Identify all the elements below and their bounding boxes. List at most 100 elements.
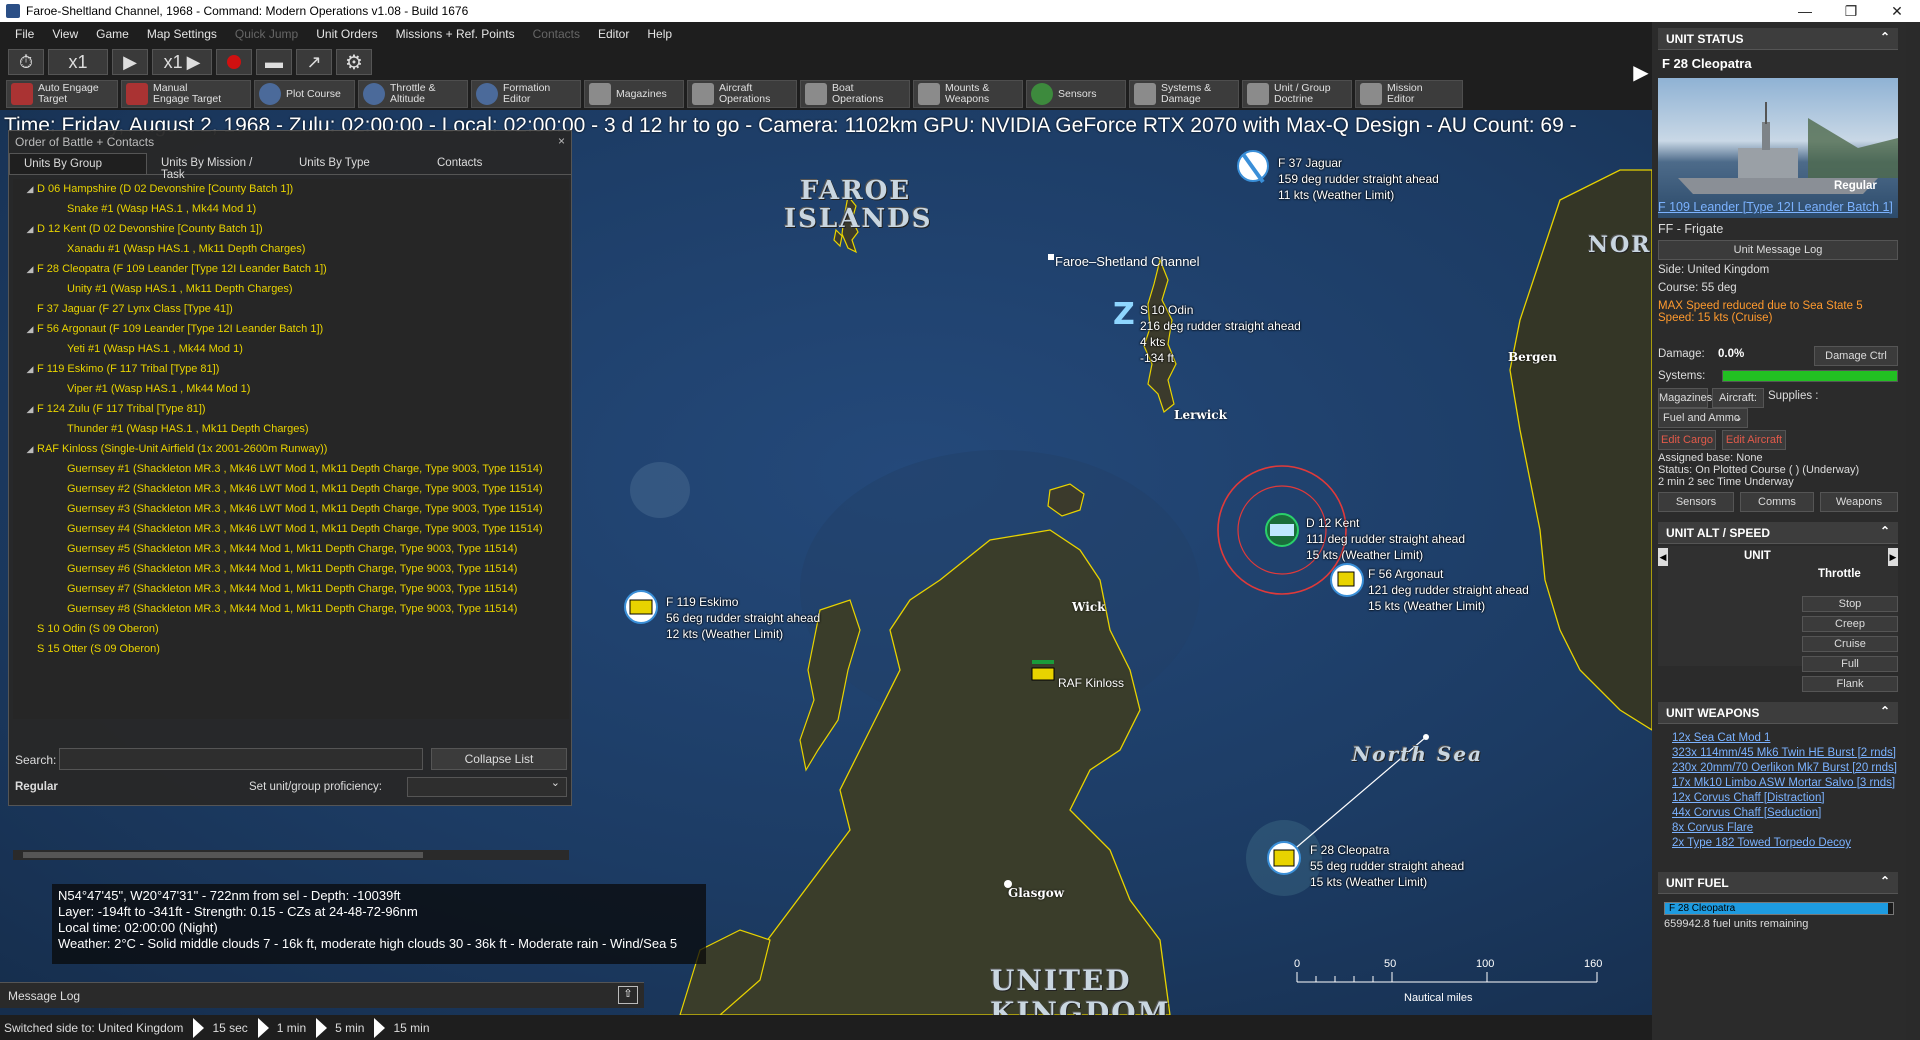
oob-horizontal-scrollbar[interactable]	[13, 850, 569, 860]
weapon-item[interactable]: 12x Sea Cat Mod 1	[1672, 732, 1902, 744]
oob-unit-row[interactable]: Thunder #1 (Wasp HAS.1 , Mk11 Depth Char…	[13, 419, 569, 439]
expand-toggle-icon[interactable]: ◢	[23, 179, 37, 199]
unit-icon[interactable]: ▬	[256, 49, 292, 75]
oob-unit-row[interactable]: Unity #1 (Wasp HAS.1 , Mk11 Depth Charge…	[13, 279, 569, 299]
weapon-item[interactable]: 44x Corvus Chaff [Seduction]	[1672, 807, 1902, 819]
oob-close-icon[interactable]: ×	[558, 134, 565, 148]
unit-label-kent[interactable]: D 12 Kent 111 deg rudder straight ahead …	[1306, 515, 1465, 563]
oob-unit-row[interactable]: Guernsey #5 (Shackleton MR.3 , Mk44 Mod …	[13, 539, 569, 559]
expand-toggle-icon[interactable]: ◢	[23, 359, 37, 379]
collapse-list-button[interactable]: Collapse List	[431, 748, 567, 770]
oob-group-row[interactable]: ◢ RAF Kinloss (Single-Unit Airfield (1x 2…	[13, 439, 569, 459]
step-5min-icon[interactable]	[316, 1017, 328, 1038]
boat-ops-button[interactable]: Boat Operations	[800, 80, 910, 108]
throttle-cruise-button[interactable]: Cruise	[1802, 636, 1898, 652]
oob-group-row[interactable]: ◢ F 28 Cleopatra (F 109 Leander [Type 12I…	[13, 259, 569, 279]
mission-editor-button[interactable]: Mission Editor	[1355, 80, 1463, 108]
expand-toggle-icon[interactable]: ◢	[23, 319, 37, 339]
menu-file[interactable]: File	[6, 27, 43, 41]
oob-unit-row[interactable]: Guernsey #8 (Shackleton MR.3 , Mk44 Mod …	[13, 599, 569, 619]
magazines-button[interactable]: Magazines	[584, 80, 684, 108]
sensors-button[interactable]: Sensors	[1658, 492, 1734, 512]
aircraft-button[interactable]: Aircraft: 1/1	[1712, 388, 1764, 422]
oob-group-row[interactable]: ◢ D 12 Kent (D 02 Devonshire [County Batc…	[13, 219, 569, 239]
tab-units-by-mission[interactable]: Units By Mission / Task	[147, 153, 285, 181]
unit-status-header[interactable]: UNIT STATUS ⌃	[1658, 28, 1898, 50]
oob-unit-row[interactable]: Guernsey #2 (Shackleton MR.3 , Mk46 LWT …	[13, 479, 569, 499]
oob-group-row[interactable]: F 37 Jaguar (F 27 Lynx Class [Type 41])	[13, 299, 569, 319]
weapon-item[interactable]: 17x Mk10 Limbo ASW Mortar Salvo [3 rnds]	[1672, 777, 1902, 789]
unit-fuel-header[interactable]: UNIT FUEL ⌃	[1658, 872, 1898, 894]
supplies-select[interactable]: Fuel and Ammo ⌄	[1658, 408, 1748, 428]
expand-toggle-icon[interactable]: ◢	[23, 439, 37, 459]
step-15min[interactable]: 15 min	[393, 1021, 429, 1035]
tab-units-by-type[interactable]: Units By Type	[285, 153, 423, 174]
throttle-altitude-button[interactable]: Throttle & Altitude	[358, 80, 468, 108]
prev-unit-icon[interactable]: ◀	[1658, 548, 1668, 566]
oob-unit-row[interactable]: Guernsey #7 (Shackleton MR.3 , Mk44 Mod …	[13, 579, 569, 599]
unit-alt-speed-header[interactable]: UNIT ALT / SPEED ⌃	[1658, 522, 1898, 544]
jump-icon[interactable]: ↗	[296, 49, 332, 75]
unit-panel-scrollbar[interactable]	[1906, 22, 1920, 1040]
menu-editor[interactable]: Editor	[589, 27, 638, 41]
time-compression-1[interactable]: x1	[48, 49, 108, 75]
step-1min[interactable]: 1 min	[277, 1021, 306, 1035]
step-15sec-icon[interactable]	[193, 1017, 205, 1038]
edit-aircraft-button[interactable]: Edit Aircraft	[1722, 430, 1786, 450]
step-5min[interactable]: 5 min	[335, 1021, 364, 1035]
oob-unit-row[interactable]: Snake #1 (Wasp HAS.1 , Mk44 Mod 1)	[13, 199, 569, 219]
oob-group-row[interactable]: S 15 Otter (S 09 Oberon)	[13, 639, 569, 659]
time-compression-2[interactable]: x1 ▶	[152, 49, 212, 75]
message-log-bar[interactable]: Message Log ⇧	[0, 982, 644, 1008]
play-button[interactable]: ▶	[112, 49, 148, 75]
step-15sec[interactable]: 15 sec	[212, 1021, 247, 1035]
collapse-icon[interactable]: ⌃	[1880, 524, 1890, 538]
close-button[interactable]: ✕	[1874, 3, 1920, 20]
minimize-button[interactable]: —	[1782, 3, 1828, 19]
tab-units-by-group[interactable]: Units By Group	[9, 153, 147, 174]
scrollbar-thumb[interactable]	[23, 852, 423, 858]
sensors-button[interactable]: Sensors	[1026, 80, 1126, 108]
unit-label-jaguar[interactable]: F 37 Jaguar 159 deg rudder straight ahea…	[1278, 155, 1439, 203]
unit-label-odin[interactable]: S 10 Odin 216 deg rudder straight ahead …	[1140, 302, 1301, 366]
oob-unit-row[interactable]: Guernsey #3 (Shackleton MR.3 , Mk46 LWT …	[13, 499, 569, 519]
weapons-button[interactable]: Weapons	[1820, 492, 1898, 512]
clock-icon[interactable]: ⏱	[8, 49, 44, 75]
expand-panel-button[interactable]: ▶	[1630, 46, 1652, 110]
oob-unit-row[interactable]: Guernsey #1 (Shackleton MR.3 , Mk46 LWT …	[13, 459, 569, 479]
collapse-icon[interactable]: ⌃	[1880, 30, 1890, 44]
weapon-item[interactable]: 8x Corvus Flare	[1672, 822, 1902, 834]
oob-unit-row[interactable]: Yeti #1 (Wasp HAS.1 , Mk44 Mod 1)	[13, 339, 569, 359]
weapon-item[interactable]: 323x 114mm/45 Mk6 Twin HE Burst [2 rnds]	[1672, 747, 1902, 759]
plot-course-button[interactable]: Plot Course	[254, 80, 355, 108]
oob-unit-row[interactable]: Xanadu #1 (Wasp HAS.1 , Mk11 Depth Charg…	[13, 239, 569, 259]
menu-view[interactable]: View	[43, 27, 87, 41]
comms-button[interactable]: Comms	[1740, 492, 1814, 512]
unit-label-eskimo[interactable]: F 119 Eskimo 56 deg rudder straight ahea…	[666, 594, 820, 642]
systems-damage-button[interactable]: Systems & Damage	[1129, 80, 1239, 108]
weapon-item[interactable]: 12x Corvus Chaff [Distraction]	[1672, 792, 1902, 804]
menu-help[interactable]: Help	[638, 27, 681, 41]
step-15min-icon[interactable]	[374, 1017, 386, 1038]
formation-editor-button[interactable]: Formation Editor	[471, 80, 581, 108]
settings-button[interactable]: ⚙	[336, 49, 372, 75]
expand-log-icon[interactable]: ⇧	[618, 986, 638, 1004]
collapse-icon[interactable]: ⌃	[1880, 874, 1890, 888]
weapon-item[interactable]: 230x 20mm/70 Oerlikon Mk7 Burst [20 rnds…	[1672, 762, 1902, 774]
throttle-flank-button[interactable]: Flank	[1802, 676, 1898, 692]
throttle-stop-button[interactable]: Stop	[1802, 596, 1898, 612]
throttle-creep-button[interactable]: Creep	[1802, 616, 1898, 632]
menu-unit-orders[interactable]: Unit Orders	[307, 27, 386, 41]
unit-label-cleopatra[interactable]: F 28 Cleopatra 55 deg rudder straight ah…	[1310, 842, 1464, 890]
unit-message-log-button[interactable]: Unit Message Log	[1658, 240, 1898, 260]
next-unit-icon[interactable]: ▶	[1888, 548, 1898, 566]
oob-group-row[interactable]: ◢ F 56 Argonaut (F 109 Leander [Type 12I …	[13, 319, 569, 339]
aircraft-ops-button[interactable]: Aircraft Operations	[687, 80, 797, 108]
expand-toggle-icon[interactable]: ◢	[23, 399, 37, 419]
tab-contacts[interactable]: Contacts	[423, 153, 561, 174]
edit-cargo-button[interactable]: Edit Cargo	[1658, 430, 1716, 450]
menu-map-settings[interactable]: Map Settings	[138, 27, 226, 41]
collapse-icon[interactable]: ⌃	[1880, 704, 1890, 718]
oob-group-row[interactable]: S 10 Odin (S 09 Oberon)	[13, 619, 569, 639]
magazines-button[interactable]: Magazines	[1658, 388, 1712, 408]
